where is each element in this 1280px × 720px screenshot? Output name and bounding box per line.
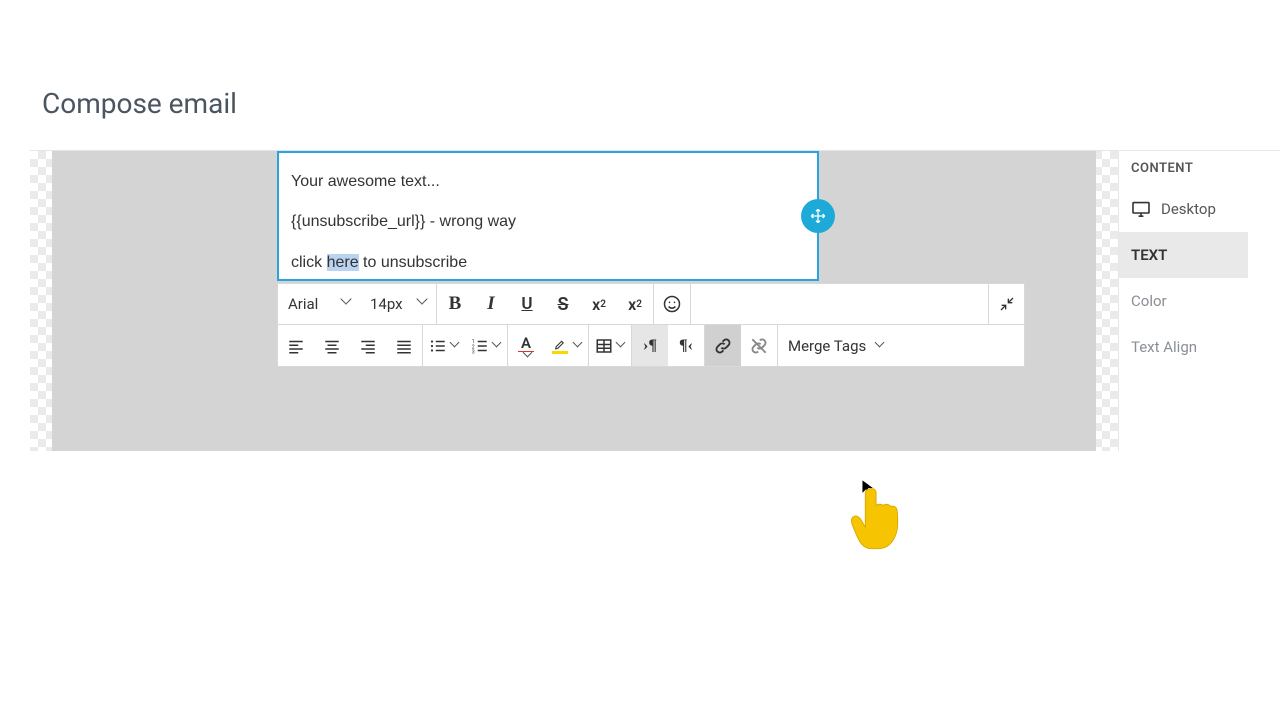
merge-tags-label: Merge Tags bbox=[788, 337, 866, 355]
panel-option-color[interactable]: Color bbox=[1119, 278, 1248, 324]
desktop-icon bbox=[1131, 201, 1151, 217]
italic-button[interactable]: I bbox=[473, 284, 509, 324]
chevron-down-icon bbox=[617, 342, 625, 350]
chevron-down-icon bbox=[342, 299, 352, 309]
panel-option-color-label: Color bbox=[1131, 292, 1167, 310]
panel-tab-text-label: TEXT bbox=[1131, 246, 1167, 264]
workspace: Your awesome text... {{unsubscribe_url}}… bbox=[30, 150, 1280, 451]
text-toolbar: Arial 14px B I U S x2 x2 bbox=[277, 283, 1025, 367]
text-line-3-pre: click bbox=[291, 254, 327, 271]
bold-button[interactable]: B bbox=[437, 284, 473, 324]
chevron-down-icon bbox=[876, 342, 884, 350]
unlink-icon bbox=[749, 336, 769, 356]
align-center-icon bbox=[323, 337, 341, 355]
highlight-color-button[interactable] bbox=[544, 325, 588, 366]
align-center-button[interactable] bbox=[314, 325, 350, 366]
align-justify-button[interactable] bbox=[386, 325, 422, 366]
cursor-arrow-icon bbox=[861, 479, 875, 497]
font-size-value: 14px bbox=[370, 295, 403, 313]
font-size-dropdown[interactable]: 14px bbox=[360, 284, 436, 324]
superscript-icon: x2 bbox=[589, 294, 609, 314]
subscript-icon: x2 bbox=[625, 294, 645, 314]
italic-icon: I bbox=[481, 294, 501, 314]
link-icon bbox=[713, 336, 733, 356]
chevron-down-icon bbox=[451, 342, 459, 350]
editor-canvas[interactable]: Your awesome text... {{unsubscribe_url}}… bbox=[30, 151, 1118, 451]
move-handle[interactable] bbox=[801, 199, 835, 233]
text-selection[interactable]: here bbox=[327, 254, 359, 271]
text-line-1[interactable]: Your awesome text... bbox=[291, 171, 805, 193]
move-icon bbox=[810, 208, 826, 224]
underline-button[interactable]: U bbox=[509, 284, 545, 324]
bold-icon: B bbox=[445, 294, 465, 314]
rtl-icon: ¶‹ bbox=[676, 336, 696, 356]
align-right-icon bbox=[359, 337, 377, 355]
strikethrough-button[interactable]: S bbox=[545, 284, 581, 324]
pointer-hand-icon bbox=[847, 483, 907, 555]
merge-tags-dropdown[interactable]: Merge Tags bbox=[778, 325, 894, 366]
numbered-list-icon: 123 bbox=[471, 337, 489, 355]
panel-header-content: CONTENT bbox=[1119, 151, 1248, 186]
strikethrough-icon: S bbox=[553, 294, 573, 314]
chevron-down-icon bbox=[524, 352, 532, 356]
align-left-icon bbox=[287, 337, 305, 355]
panel-option-text-align[interactable]: Text Align bbox=[1119, 324, 1248, 370]
font-family-value: Arial bbox=[288, 295, 318, 313]
align-left-button[interactable] bbox=[278, 325, 314, 366]
toolbar-row-2: 123 A bbox=[277, 325, 1025, 367]
chevron-down-icon bbox=[574, 342, 582, 350]
highlight-icon bbox=[550, 336, 570, 356]
rtl-direction-button[interactable]: ¶‹ bbox=[668, 325, 704, 366]
table-icon bbox=[595, 337, 613, 355]
panel-tab-text[interactable]: TEXT bbox=[1119, 232, 1248, 278]
underline-icon: U bbox=[517, 294, 537, 314]
collapse-icon bbox=[999, 296, 1015, 312]
chevron-down-icon bbox=[493, 342, 501, 350]
bullet-list-button[interactable] bbox=[423, 325, 465, 366]
toolbar-row-1: Arial 14px B I U S x2 x2 bbox=[277, 283, 1025, 325]
text-line-2[interactable]: {{unsubscribe_url}} - wrong way bbox=[291, 211, 805, 233]
font-family-dropdown[interactable]: Arial bbox=[278, 284, 360, 324]
text-line-3[interactable]: click here to unsubscribe bbox=[291, 252, 805, 274]
bullet-list-icon bbox=[429, 337, 447, 355]
svg-text:3: 3 bbox=[472, 349, 475, 355]
align-justify-icon bbox=[395, 337, 413, 355]
text-line-3-post: to unsubscribe bbox=[359, 254, 468, 271]
superscript-button[interactable]: x2 bbox=[581, 284, 617, 324]
device-desktop-option[interactable]: Desktop bbox=[1119, 186, 1248, 232]
align-right-button[interactable] bbox=[350, 325, 386, 366]
remove-link-button[interactable] bbox=[741, 325, 777, 366]
numbered-list-button[interactable]: 123 bbox=[465, 325, 507, 366]
text-block[interactable]: Your awesome text... {{unsubscribe_url}}… bbox=[277, 151, 819, 281]
ltr-icon: ›¶ bbox=[640, 336, 660, 356]
page-title: Compose email bbox=[0, 0, 1280, 150]
table-button[interactable] bbox=[589, 325, 631, 366]
ltr-direction-button[interactable]: ›¶ bbox=[632, 325, 668, 366]
text-color-button[interactable]: A bbox=[508, 325, 544, 366]
collapse-toolbar-button[interactable] bbox=[988, 284, 1024, 324]
subscript-button[interactable]: x2 bbox=[617, 284, 653, 324]
chevron-down-icon bbox=[418, 299, 428, 309]
insert-link-button[interactable] bbox=[705, 325, 741, 366]
text-color-icon: A bbox=[516, 336, 536, 356]
panel-option-text-align-label: Text Align bbox=[1131, 338, 1197, 356]
emoji-button[interactable] bbox=[654, 284, 690, 324]
properties-panel: CONTENT Desktop TEXT Color Text Align bbox=[1118, 151, 1248, 451]
device-desktop-label: Desktop bbox=[1161, 200, 1216, 218]
emoji-icon bbox=[662, 294, 682, 314]
